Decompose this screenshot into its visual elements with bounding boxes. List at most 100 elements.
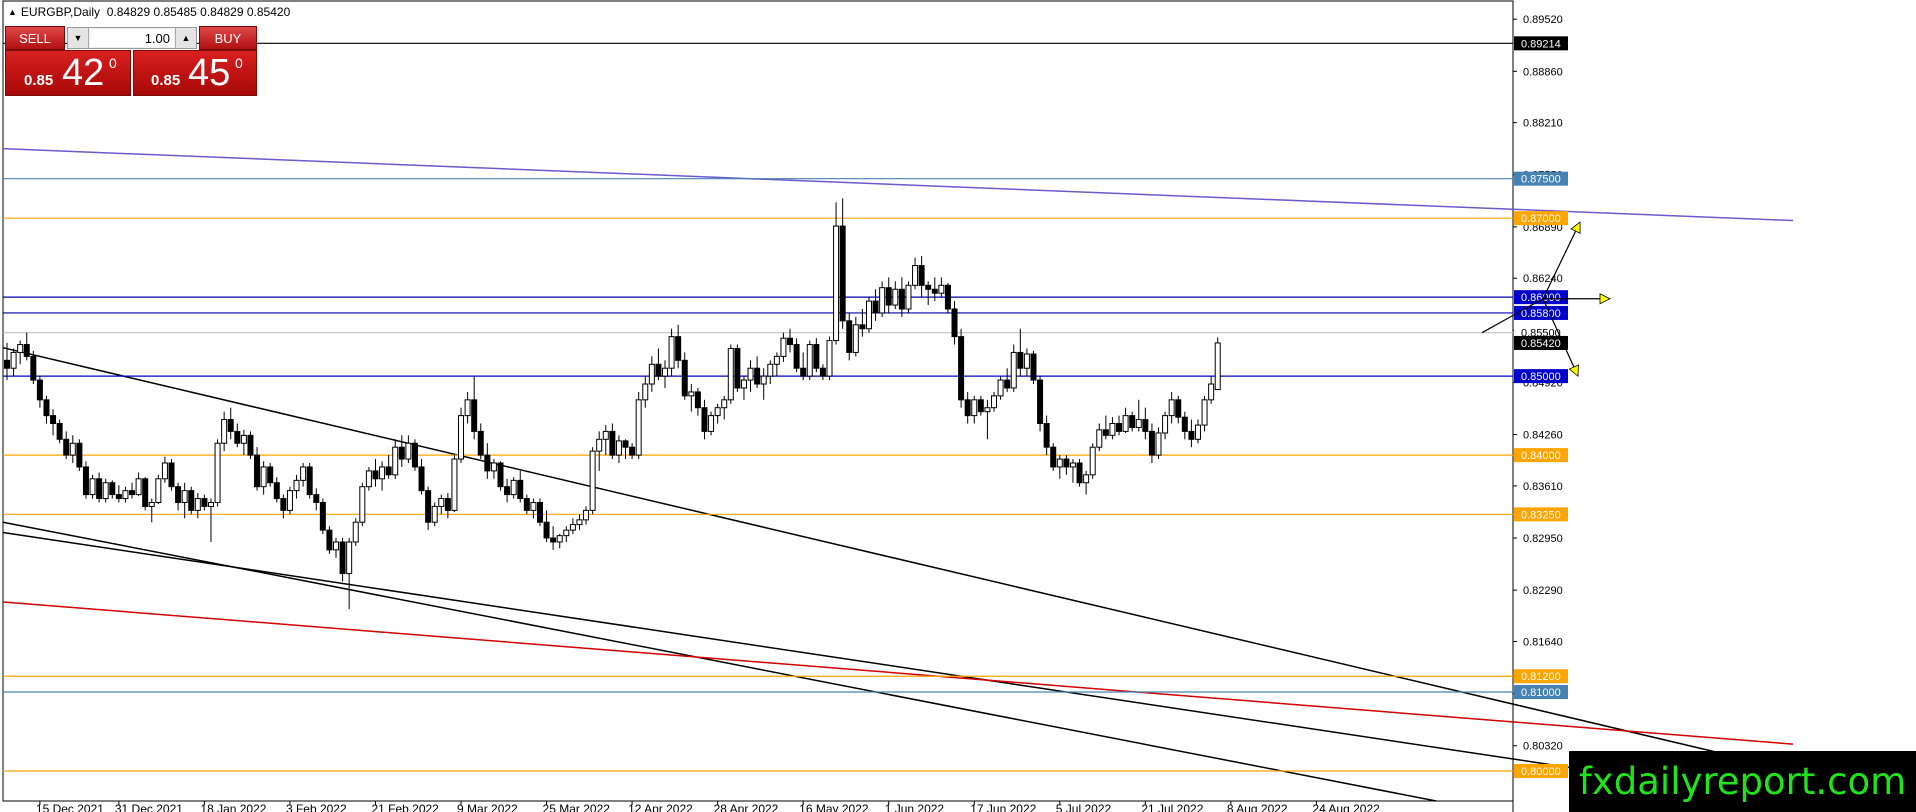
bear-candle xyxy=(1188,430,1195,440)
bull-candle xyxy=(938,284,945,294)
bull-candle xyxy=(583,509,590,521)
bear-candle xyxy=(1076,462,1083,484)
bear-candle xyxy=(36,379,43,401)
bull-candle xyxy=(997,379,1004,397)
bear-candle xyxy=(142,478,149,507)
ask-price-box[interactable]: 0.85 45 0 xyxy=(133,50,257,96)
bear-candle xyxy=(96,478,103,500)
bull-candle xyxy=(392,446,399,476)
bull-candle xyxy=(379,466,386,480)
bull-candle xyxy=(1109,423,1116,436)
bull-candle xyxy=(688,391,695,397)
buy-button[interactable]: BUY xyxy=(199,26,257,50)
bull-candle xyxy=(194,498,201,511)
bear-candle xyxy=(1181,416,1188,432)
bear-candle xyxy=(629,446,636,456)
bear-candle xyxy=(30,355,37,381)
date-tick-label: 12 Apr 2022 xyxy=(628,802,693,812)
bear-candle xyxy=(1004,379,1011,389)
bear-candle xyxy=(859,324,866,330)
price-tick-label: 0.83610 xyxy=(1523,481,1563,493)
bid-price-box[interactable]: 0.85 42 0 xyxy=(5,50,131,96)
bull-candle xyxy=(431,505,438,523)
date-tick-label: 3 Feb 2022 xyxy=(286,802,347,812)
bear-candle xyxy=(50,415,57,425)
bear-candle xyxy=(846,320,853,353)
bull-candle xyxy=(155,478,162,503)
lot-decrease-icon[interactable]: ▼ xyxy=(68,28,89,48)
date-tick-label: 9 Mar 2022 xyxy=(457,802,518,812)
bull-candle xyxy=(642,383,649,401)
bull-candle xyxy=(615,440,622,456)
bear-candle xyxy=(115,494,122,500)
bull-candle xyxy=(747,367,754,381)
date-tick-label: 5 Jul 2022 xyxy=(1056,802,1112,812)
level-price-label: 0.81200 xyxy=(1521,671,1561,683)
lot-increase-icon[interactable]: ▲ xyxy=(175,28,196,48)
bear-candle xyxy=(385,466,392,476)
bull-candle xyxy=(806,344,813,377)
bull-candle xyxy=(905,284,912,310)
bear-candle xyxy=(958,336,965,401)
bid-pips: 42 xyxy=(62,52,105,94)
bull-candle xyxy=(780,337,787,357)
lot-size-input[interactable] xyxy=(90,29,174,47)
bear-candle xyxy=(1175,399,1182,418)
bull-candle xyxy=(865,300,872,330)
symbol-timeframe: EURGBP,Daily xyxy=(20,5,101,19)
bear-candle xyxy=(609,430,616,456)
bid-prefix: 0.85 xyxy=(24,72,54,89)
collapse-triangle-icon[interactable]: ▲ xyxy=(8,7,17,17)
lot-size-stepper[interactable]: ▼ ▲ xyxy=(67,27,197,49)
sell-button[interactable]: SELL xyxy=(5,26,65,50)
bear-candle xyxy=(1030,353,1037,381)
bear-candle xyxy=(326,529,333,551)
date-tick-label: 8 Aug 2022 xyxy=(1227,802,1288,812)
bear-candle xyxy=(319,501,326,531)
level-price-label: 0.87500 xyxy=(1521,174,1561,186)
bear-candle xyxy=(425,490,432,523)
bull-candle xyxy=(530,501,537,511)
bear-candle xyxy=(543,521,550,539)
bear-candle xyxy=(4,359,10,369)
bull-candle xyxy=(464,399,471,417)
bull-candle xyxy=(352,521,359,543)
bull-candle xyxy=(760,375,767,385)
level-price-label: 0.81000 xyxy=(1521,687,1561,699)
price-tick-label: 0.89520 xyxy=(1523,14,1563,26)
bull-candle xyxy=(1162,415,1169,434)
ask-pips: 45 xyxy=(188,52,231,94)
price-tick-label: 0.84260 xyxy=(1523,430,1563,442)
price-tick-label: 0.80320 xyxy=(1523,741,1563,753)
bear-candle xyxy=(1116,423,1123,432)
bear-candle xyxy=(754,367,761,385)
bull-candle xyxy=(122,490,129,500)
bull-candle xyxy=(602,430,609,440)
bull-candle xyxy=(1089,446,1096,476)
price-tick-label: 0.88860 xyxy=(1523,66,1563,78)
level-price-label: 0.84000 xyxy=(1521,450,1561,462)
bear-candle xyxy=(234,430,241,444)
bull-candle xyxy=(912,265,919,286)
bear-candle xyxy=(675,336,682,361)
price-tick-label: 0.82950 xyxy=(1523,533,1563,545)
bull-candle xyxy=(1208,383,1215,401)
price-tick-label: 0.81640 xyxy=(1523,636,1563,648)
bear-candle xyxy=(1063,458,1070,468)
date-tick-label: 18 Jan 2022 xyxy=(200,802,266,812)
bull-candle xyxy=(648,363,655,385)
bear-candle xyxy=(129,490,136,496)
bear-candle xyxy=(694,391,701,409)
price-chart[interactable]: 0.895200.888600.882100.875500.868900.862… xyxy=(0,0,1916,812)
trendline xyxy=(2,531,1794,802)
bear-candle xyxy=(201,498,208,507)
bear-candle xyxy=(550,537,557,543)
bear-candle xyxy=(734,347,741,389)
bull-candle xyxy=(1122,415,1129,432)
level-price-label: 0.80000 xyxy=(1521,766,1561,778)
bear-candle xyxy=(977,399,984,413)
bull-candle xyxy=(148,501,155,507)
bull-candle xyxy=(365,470,372,488)
bull-candle xyxy=(708,415,715,432)
bear-candle xyxy=(885,287,892,306)
